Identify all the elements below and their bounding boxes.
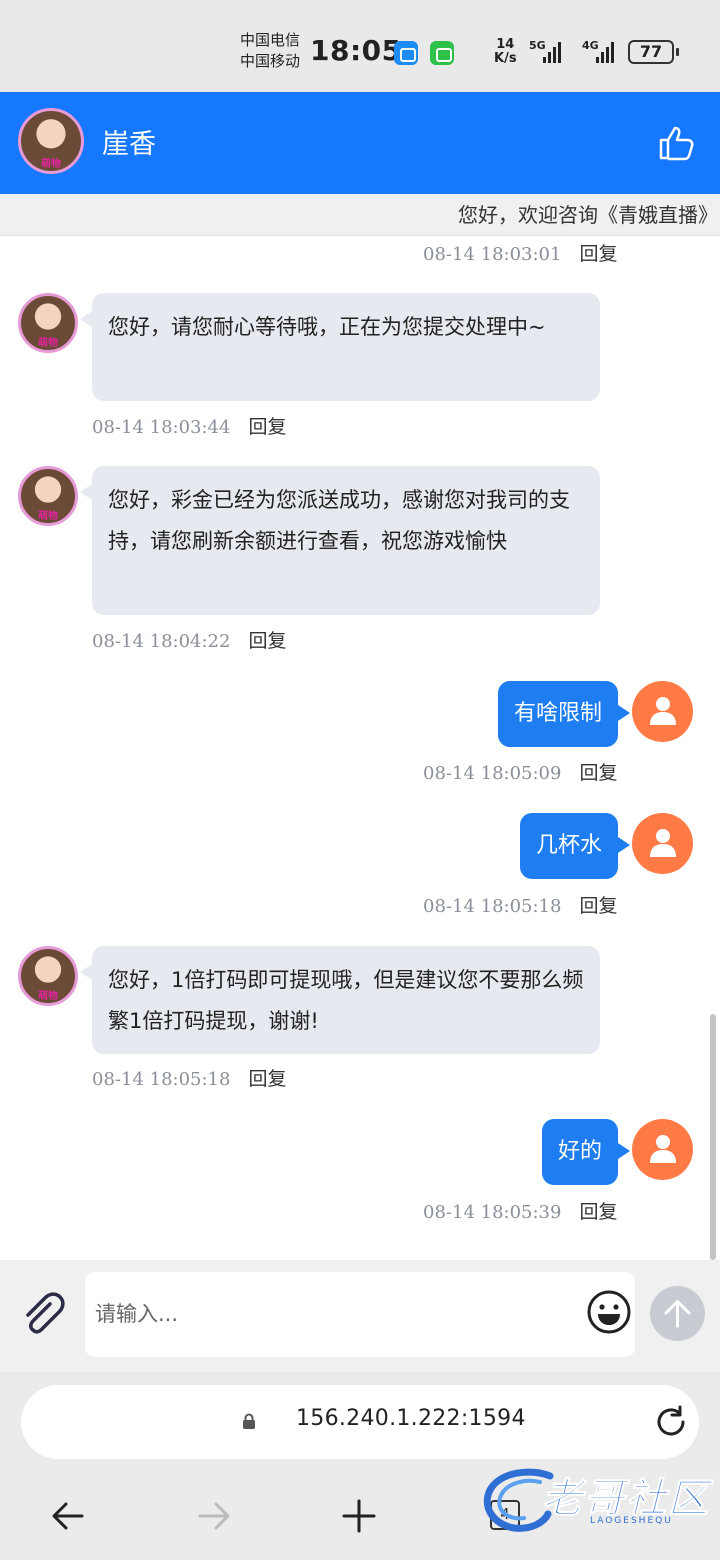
carrier-1: 中国电信	[240, 31, 301, 49]
forward-arrow-icon[interactable]	[192, 1494, 236, 1538]
user-avatar	[632, 681, 693, 742]
chat-header: 萌物 崖香	[0, 92, 720, 194]
reply-link[interactable]: 回复	[579, 895, 617, 917]
agent-avatar[interactable]: 萌物	[18, 108, 84, 174]
user-message-bubble: 有啥限制	[497, 681, 631, 747]
paperclip-icon[interactable]	[18, 1290, 68, 1340]
agent-message-bubble: 您好，请您耐心等待哦，正在为您提交处理中~	[80, 293, 600, 401]
agent-message-bubble: 您好，1倍打码即可提现哦，但是建议您不要那么频繁1倍打码提现，谢谢!	[80, 946, 600, 1054]
message-time: 08-14 18:03:01	[423, 244, 562, 265]
signal-bars-icon	[596, 41, 614, 63]
reload-icon[interactable]	[653, 1404, 689, 1440]
wechat-icon	[430, 41, 454, 65]
reply-link[interactable]: 回复	[248, 416, 286, 438]
message-time: 08-14 18:05:18	[92, 1069, 231, 1090]
status-time: 18:05	[310, 34, 402, 67]
agent-avatar: 萌物	[18, 946, 78, 1006]
message-meta: 08-14 18:05:39 回复	[423, 1197, 617, 1224]
agent-name: 崖香	[102, 129, 156, 160]
carrier-2: 中国移动	[240, 52, 301, 70]
message-time: 08-14 18:04:22	[92, 631, 231, 652]
scrollbar-thumb[interactable]	[710, 1014, 716, 1260]
message-meta: 08-14 18:04:22 回复	[92, 626, 286, 653]
message-composer	[0, 1260, 720, 1372]
agent-avatar: 萌物	[18, 466, 78, 526]
notice-marquee: 您好，欢迎咨询《青娥直播》	[0, 194, 720, 236]
message-meta: 08-14 18:03:44 回复	[92, 412, 286, 439]
message-time: 08-14 18:05:39	[423, 1202, 562, 1223]
battery-indicator: 77	[628, 40, 679, 64]
reply-link[interactable]: 回复	[579, 762, 617, 784]
user-avatar	[632, 1119, 693, 1180]
network-speed: 14 K/s	[494, 38, 517, 66]
chat-scrollbar[interactable]	[710, 236, 716, 1260]
browser-url-bar: 156.240.1.222:1594	[0, 1372, 720, 1472]
back-arrow-icon[interactable]	[46, 1494, 90, 1538]
message-input-box[interactable]	[85, 1272, 635, 1357]
user-avatar	[632, 813, 693, 874]
url-text[interactable]: 156.240.1.222:1594	[296, 1406, 526, 1431]
emoji-icon[interactable]	[585, 1288, 633, 1336]
avatar-badge: 萌物	[38, 511, 58, 522]
chat-messages[interactable]: 08-14 18:03:01 回复 萌物 您好，请您耐心等待哦，正在为您提交处理中…	[0, 236, 720, 1260]
carrier-names: 中国电信 中国移动	[240, 30, 300, 72]
user-message-bubble: 几杯水	[519, 813, 631, 879]
user-message-bubble: 好的	[541, 1119, 631, 1185]
message-time: 08-14 18:03:44	[92, 417, 231, 438]
reply-link[interactable]: 回复	[248, 630, 286, 652]
agent-message-bubble: 您好，彩金已经为您派送成功，感谢您对我司的支持，请您刷新余额进行查看，祝您游戏愉…	[80, 466, 600, 615]
lock-icon	[243, 1413, 255, 1429]
notice-text: 您好，欢迎咨询《青娥直播》	[458, 203, 718, 227]
speed-value: 14	[496, 37, 515, 52]
thumbs-up-icon[interactable]	[656, 122, 698, 164]
address-bar[interactable]: 156.240.1.222:1594	[21, 1385, 699, 1459]
speed-unit: K/s	[494, 51, 517, 66]
message-meta: 08-14 18:05:18 回复	[423, 891, 617, 918]
user-icon	[650, 1135, 676, 1163]
send-button[interactable]	[650, 1286, 705, 1341]
site-watermark-logo: 老哥社区 LAOGESHEQU	[480, 1460, 710, 1540]
agent-avatar: 萌物	[18, 293, 78, 353]
message-meta: 08-14 18:05:18 回复	[92, 1064, 286, 1091]
user-icon	[650, 829, 676, 857]
reply-link[interactable]: 回复	[579, 243, 617, 265]
avatar-badge: 萌物	[41, 159, 61, 170]
reply-link[interactable]: 回复	[248, 1068, 286, 1090]
message-time: 08-14 18:05:09	[423, 763, 562, 784]
message-meta: 08-14 18:05:09 回复	[423, 758, 617, 785]
signal-bars-icon	[543, 41, 561, 63]
status-bar: 中国电信 中国移动 18:05 14 K/s 5G 4G 77	[0, 0, 720, 92]
watermark-subtext: LAOGESHEQU	[590, 1516, 673, 1526]
new-tab-plus-icon[interactable]	[337, 1494, 381, 1538]
arrow-up-icon	[664, 1300, 691, 1328]
avatar-badge: 萌物	[38, 338, 58, 349]
user-icon	[650, 697, 676, 725]
store-app-icon	[394, 41, 418, 65]
avatar-badge: 萌物	[38, 991, 58, 1002]
message-meta: 08-14 18:03:01 回复	[423, 239, 617, 266]
message-input[interactable]	[95, 1292, 565, 1336]
message-time: 08-14 18:05:18	[423, 896, 562, 917]
reply-link[interactable]: 回复	[579, 1201, 617, 1223]
